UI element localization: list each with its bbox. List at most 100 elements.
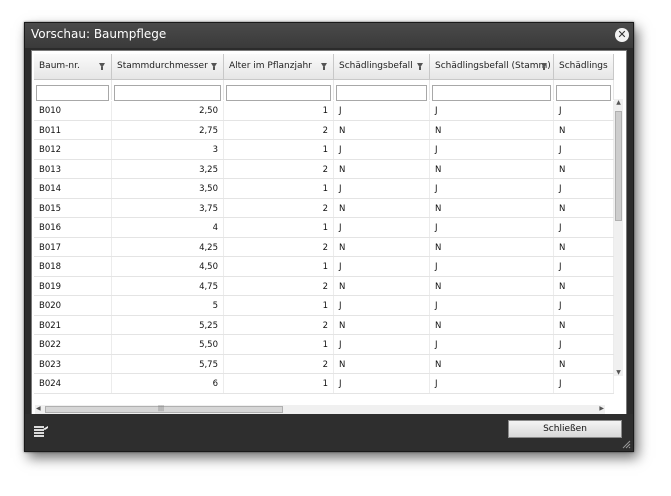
close-icon[interactable]: ✕ (615, 28, 629, 42)
scroll-right-icon[interactable]: ▶ (599, 405, 604, 412)
cell-schaedlingsbefall-stamm: J (430, 140, 554, 159)
cell-schaedlingsbefall: J (334, 101, 430, 120)
filter-cell (430, 80, 554, 101)
table-row[interactable]: B022 5,50 1 J J J (34, 335, 614, 355)
resize-grip-icon[interactable] (622, 440, 631, 449)
cell-stammdurchmesser: 4 (112, 218, 224, 237)
vertical-scroll-thumb[interactable] (615, 111, 622, 221)
filter-input-stammdurchmesser[interactable] (114, 84, 221, 101)
filter-icon[interactable] (321, 63, 327, 70)
cell-schaedlings: N (554, 354, 614, 373)
cell-schaedlings: J (554, 296, 614, 315)
table-row[interactable]: B017 4,25 2 N N N (34, 237, 614, 257)
cell-alter: 2 (224, 315, 334, 334)
table-row[interactable]: B014 3,50 1 J J J (34, 179, 614, 199)
cell-baum-nr: B018 (34, 257, 112, 276)
column-header-schaedlingsbefall-stamm[interactable]: Schädlingsbefall (Stamm) (430, 54, 554, 80)
table-row[interactable]: B018 4,50 1 J J J (34, 257, 614, 277)
table-row[interactable]: B019 4,75 2 N N N (34, 276, 614, 296)
cell-stammdurchmesser: 3,50 (112, 179, 224, 198)
cell-schaedlingsbefall: J (334, 374, 430, 393)
cell-baum-nr: B023 (34, 354, 112, 373)
scroll-up-icon[interactable]: ▲ (614, 99, 623, 106)
filter-cell (112, 80, 224, 101)
table-row[interactable]: B021 5,25 2 N N N (34, 315, 614, 335)
scroll-left-icon[interactable]: ◀ (36, 405, 41, 412)
cell-schaedlings: J (554, 179, 614, 198)
cell-alter: 1 (224, 218, 334, 237)
filter-icon[interactable] (541, 63, 547, 70)
cell-baum-nr: B013 (34, 159, 112, 178)
cell-schaedlingsbefall: N (334, 237, 430, 256)
table-row[interactable]: B015 3,75 2 N N N (34, 198, 614, 218)
filter-cell (34, 80, 112, 101)
filter-input-schaedlings[interactable] (556, 84, 611, 101)
cell-alter: 1 (224, 179, 334, 198)
cell-schaedlingsbefall-stamm: J (430, 257, 554, 276)
cell-stammdurchmesser: 5,25 (112, 315, 224, 334)
cell-schaedlings: N (554, 315, 614, 334)
column-header-schaedlings[interactable]: Schädlings (554, 54, 614, 80)
filter-icon[interactable] (99, 63, 105, 70)
column-header-label: Alter im Pflanzjahr (229, 61, 312, 71)
cell-stammdurchmesser: 2,75 (112, 120, 224, 139)
export-icon[interactable] (33, 423, 49, 439)
cell-baum-nr: B020 (34, 296, 112, 315)
cell-alter: 1 (224, 101, 334, 120)
close-button[interactable]: Schließen (508, 420, 622, 438)
horizontal-scrollbar[interactable]: ◀ ||| ▶ (35, 405, 605, 414)
column-header-schaedlingsbefall[interactable]: Schädlingsbefall (334, 54, 430, 80)
filter-icon[interactable] (417, 63, 423, 70)
cell-alter: 1 (224, 296, 334, 315)
table-row[interactable]: B023 5,75 2 N N N (34, 354, 614, 374)
filter-input-schaedlingsbefall[interactable] (336, 84, 427, 101)
filter-cell (554, 80, 614, 101)
table-row[interactable]: B016 4 1 J J J (34, 218, 614, 238)
cell-schaedlings: J (554, 374, 614, 393)
filter-cell (224, 80, 334, 101)
cell-alter: 2 (224, 159, 334, 178)
cell-schaedlings: N (554, 198, 614, 217)
cell-schaedlingsbefall: J (334, 257, 430, 276)
table-row[interactable]: B020 5 1 J J J (34, 296, 614, 316)
cell-stammdurchmesser: 6 (112, 374, 224, 393)
cell-baum-nr: B016 (34, 218, 112, 237)
cell-stammdurchmesser: 3,75 (112, 198, 224, 217)
grid-body: B010 2,50 1 J J J B011 2,75 2 N N N B012 3 1 J J J B013… (34, 101, 614, 394)
filter-input-schaedlingsbefall-stamm[interactable] (432, 84, 551, 101)
cell-stammdurchmesser: 3,25 (112, 159, 224, 178)
cell-schaedlings: J (554, 101, 614, 120)
filter-icon[interactable] (211, 63, 217, 70)
cell-stammdurchmesser: 5,75 (112, 354, 224, 373)
cell-schaedlingsbefall-stamm: N (430, 159, 554, 178)
table-row[interactable]: B024 6 1 J J J (34, 374, 614, 394)
vertical-scrollbar[interactable]: ▲ ▼ (614, 99, 623, 376)
filter-input-alter[interactable] (226, 84, 331, 101)
cell-baum-nr: B012 (34, 140, 112, 159)
horizontal-scroll-thumb[interactable]: ||| (45, 405, 283, 413)
cell-baum-nr: B010 (34, 101, 112, 120)
cell-schaedlingsbefall: N (334, 120, 430, 139)
dialog-footer: Schließen (25, 414, 633, 451)
scroll-down-icon[interactable]: ▼ (614, 369, 623, 376)
cell-schaedlingsbefall-stamm: J (430, 179, 554, 198)
table-row[interactable]: B012 3 1 J J J (34, 140, 614, 160)
cell-schaedlingsbefall-stamm: J (430, 101, 554, 120)
column-header-baum-nr[interactable]: Baum-nr. (34, 54, 112, 80)
filter-input-baum-nr[interactable] (36, 84, 109, 101)
cell-baum-nr: B024 (34, 374, 112, 393)
cell-stammdurchmesser: 4,25 (112, 237, 224, 256)
cell-schaedlingsbefall: N (334, 159, 430, 178)
cell-alter: 2 (224, 237, 334, 256)
cell-schaedlingsbefall: N (334, 315, 430, 334)
column-header-stammdurchmesser[interactable]: Stammdurchmesser (112, 54, 224, 80)
table-row[interactable]: B013 3,25 2 N N N (34, 159, 614, 179)
table-row[interactable]: B010 2,50 1 J J J (34, 101, 614, 121)
table-row[interactable]: B011 2,75 2 N N N (34, 120, 614, 140)
column-header-label: Schädlings (559, 61, 608, 71)
title-bar[interactable]: Vorschau: Baumpflege ✕ (25, 23, 633, 48)
cell-baum-nr: B014 (34, 179, 112, 198)
cell-schaedlingsbefall: J (334, 140, 430, 159)
cell-baum-nr: B017 (34, 237, 112, 256)
column-header-alter[interactable]: Alter im Pflanzjahr (224, 54, 334, 80)
